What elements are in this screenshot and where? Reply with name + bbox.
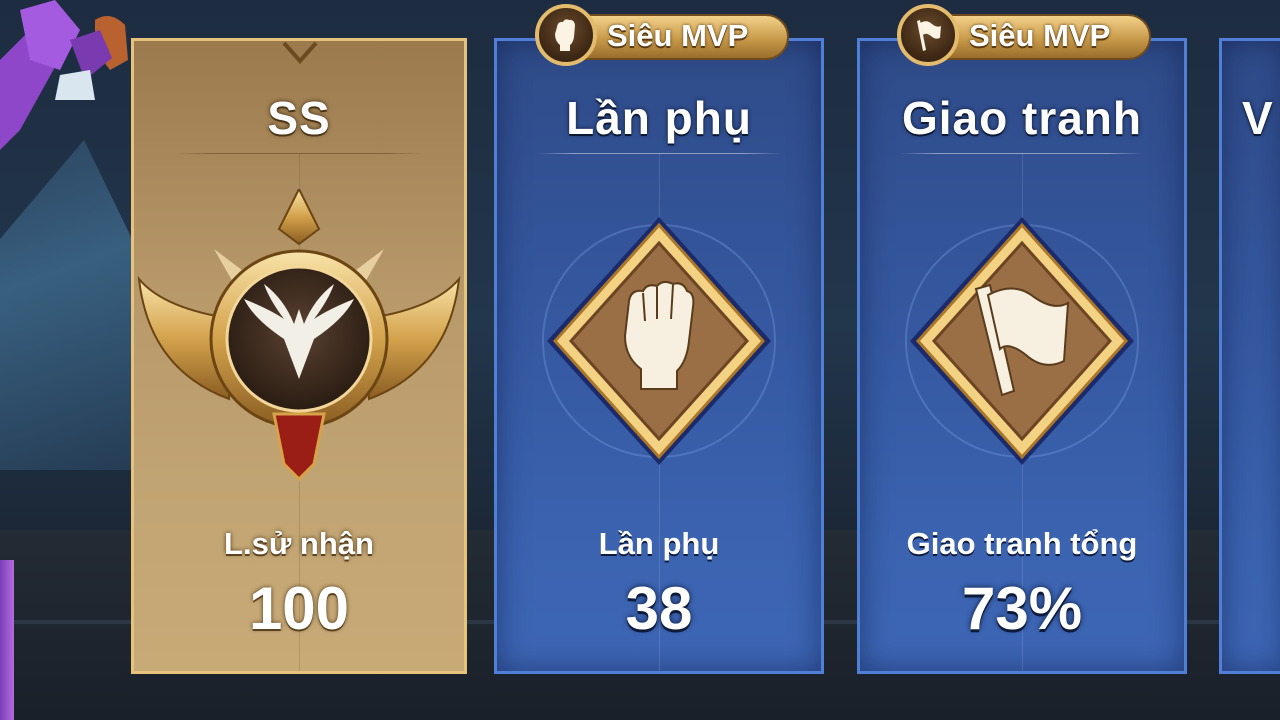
stat-label: Lần phụ — [598, 526, 720, 561]
stat-value: 38 — [625, 575, 693, 642]
hero-character-partial — [0, 0, 128, 150]
hero-character-leg — [0, 560, 14, 720]
badge-text: Siêu MVP — [607, 18, 749, 53]
rank-grade: SS — [267, 92, 331, 144]
chevron-down-icon — [282, 41, 318, 65]
flag-icon — [905, 217, 1139, 465]
card-title: Giao tranh — [901, 92, 1143, 144]
assist-card[interactable]: Lần phụ Lần phụ 38 — [494, 38, 824, 674]
fist-icon — [542, 217, 776, 465]
fist-badge-icon — [535, 4, 597, 66]
teamfight-card[interactable]: Giao tranh Giao tranh tổng 73% — [857, 38, 1187, 674]
stat-value: 73% — [961, 575, 1083, 642]
card-title: Lần phụ — [566, 92, 752, 144]
super-mvp-badge: Siêu MVP — [897, 4, 1155, 68]
rank-card[interactable]: SS L.sử nhận 100 — [131, 38, 467, 674]
super-mvp-badge: Siêu MVP — [535, 4, 793, 68]
stat-label: Giao tranh tổng — [906, 526, 1138, 561]
flag-badge-icon — [897, 4, 959, 66]
partial-card[interactable]: V — [1219, 38, 1280, 674]
stat-value: 100 — [248, 575, 350, 642]
badge-text: Siêu MVP — [969, 18, 1111, 53]
winged-medal-icon — [137, 189, 461, 482]
stat-label: L.sử nhận — [224, 526, 374, 561]
card-title: V — [1242, 92, 1274, 144]
